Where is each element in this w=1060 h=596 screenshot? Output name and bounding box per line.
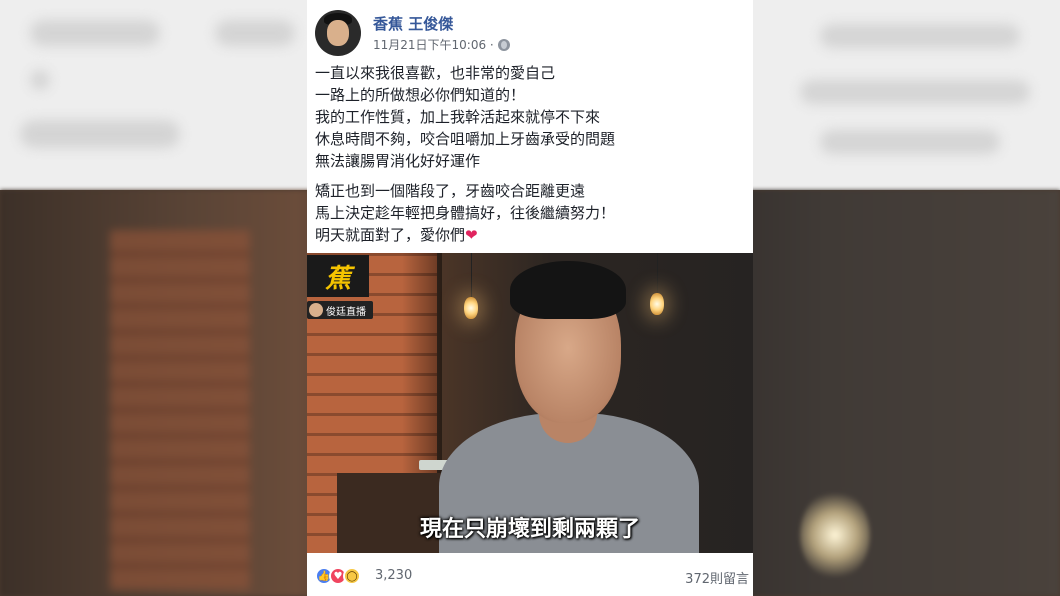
post-line: 一直以來我很喜歡，也非常的愛自己 [315,64,556,82]
post-video[interactable]: 蕉 俊廷直播 現在只崩壞到剩兩顆了 [307,253,753,553]
post-card: 香蕉 王俊傑 11月21日下午10:06 · 一直以來我很喜歡，也非常的愛自己 … [307,0,753,596]
channel-tag: 俊廷直播 [307,301,373,319]
reaction-icons[interactable]: 👍 ♥ ◯ [315,567,361,585]
heart-icon: ❤ [465,226,478,244]
wow-icon[interactable]: ◯ [343,567,361,585]
comment-count[interactable]: 372則留言 [685,568,749,587]
post-timestamp[interactable]: 11月21日下午10:06 · [373,36,494,53]
post-line: 一路上的所做想必你們知道的！ [315,86,526,104]
post-line: 矯正也到一個階段了，牙齒咬合距離更遠 [315,182,586,200]
channel-logo: 蕉 [307,255,369,297]
channel-avatar-icon [309,303,323,317]
post-line: 無法讓腸胃消化好好運作 [315,152,481,170]
post-line: 馬上決定趁年輕把身體搞好，往後繼續努力！ [315,204,616,222]
globe-icon[interactable] [497,38,510,51]
author-name[interactable]: 香蕉 王俊傑 [373,13,453,34]
post-header: 香蕉 王俊傑 11月21日下午10:06 · [315,10,745,58]
post-paragraph-1: 一直以來我很喜歡，也非常的愛自己 一路上的所做想必你們知道的！ 我的工作性質，加… [315,62,745,172]
video-subtitle: 現在只崩壞到剩兩顆了 [419,517,640,542]
light-bulb-icon [464,297,478,319]
light-bulb-icon [650,293,664,315]
post-line: 休息時間不夠，咬合咀嚼加上牙齒承受的問題 [315,130,616,148]
post-text: 一直以來我很喜歡，也非常的愛自己 一路上的所做想必你們知道的！ 我的工作性質，加… [315,62,745,254]
post-meta: 11月21日下午10:06 · [373,36,510,53]
post-line: 我的工作性質，加上我幹活起來就停不下來 [315,108,601,126]
author-avatar[interactable] [315,10,361,56]
post-line-last: 明天就面對了，愛你們❤ [315,226,478,244]
post-footer: 👍 ♥ ◯ 3,230 372則留言 [315,566,749,588]
reaction-count[interactable]: 3,230 [375,568,412,583]
post-paragraph-2: 矯正也到一個階段了，牙齒咬合距離更遠 馬上決定趁年輕把身體搞好，往後繼續努力！ … [315,180,745,246]
